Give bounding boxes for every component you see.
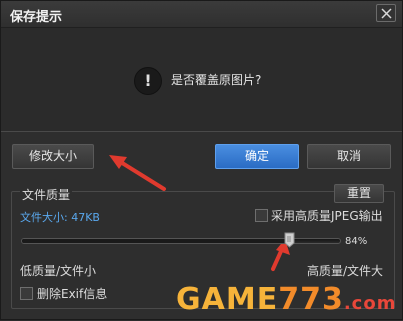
- high-quality-jpeg-checkbox[interactable]: [255, 209, 268, 222]
- high-quality-label: 高质量/文件大: [307, 264, 384, 278]
- group-title: 文件质量: [20, 186, 73, 203]
- reset-button[interactable]: 重置: [334, 184, 384, 203]
- slider-percent: 84%: [345, 236, 368, 247]
- high-quality-jpeg-label: 采用高质量JPEG输出: [271, 209, 383, 223]
- quality-slider-fill: [22, 239, 290, 243]
- remove-exif-checkbox[interactable]: [20, 287, 33, 300]
- watermark-logo: GAME773.com: [176, 282, 397, 317]
- remove-exif-label: 删除Exif信息: [37, 287, 108, 301]
- quality-slider-thumb[interactable]: [284, 232, 295, 248]
- low-quality-label: 低质量/文件小: [20, 264, 97, 278]
- save-prompt-dialog: 保存提示 ! 是否覆盖原图片? 修改大小 确定 取消 文件质量 重置 文件大小:…: [0, 0, 403, 320]
- file-size: 文件大小: 47KB: [20, 211, 100, 224]
- arrow-to-resize: [109, 155, 166, 191]
